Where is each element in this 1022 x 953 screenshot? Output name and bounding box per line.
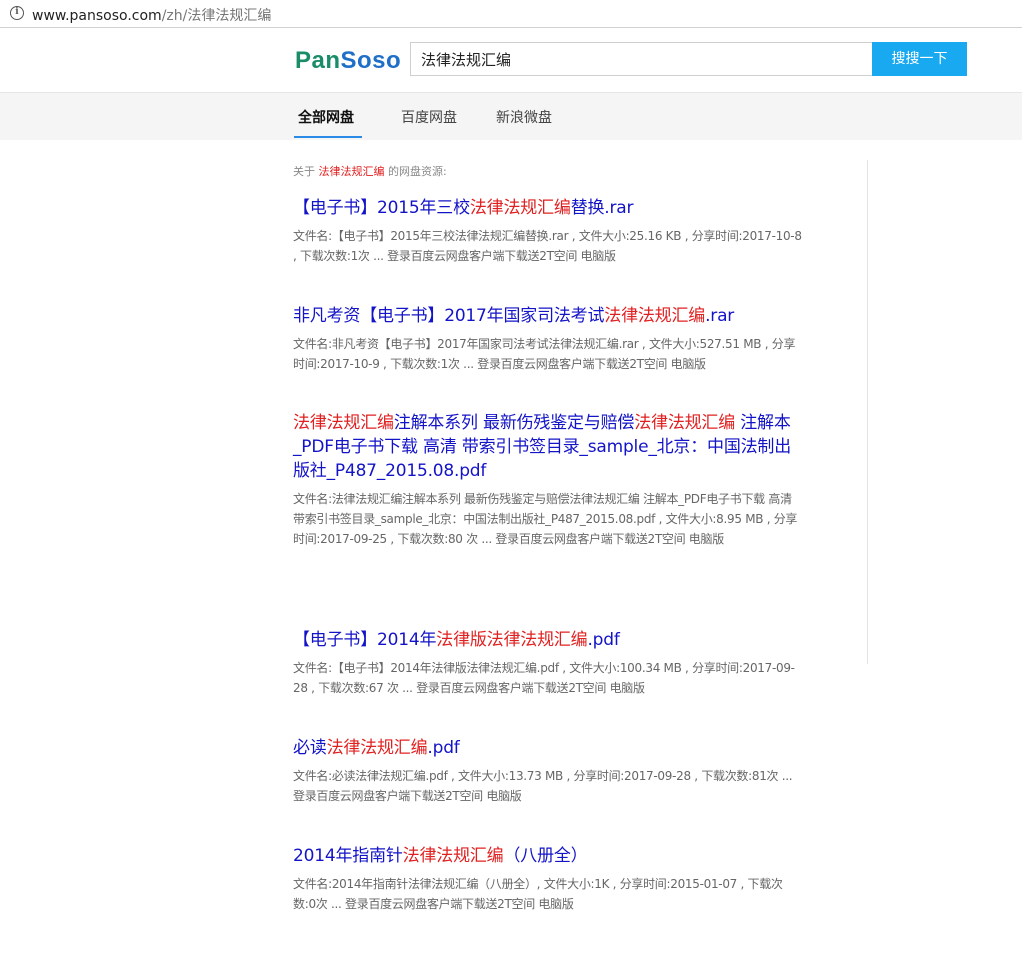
title-keyword: 法律法规汇编 (293, 413, 394, 433)
logo-soso: Soso (340, 47, 402, 74)
result-description: 文件名:非凡考资【电子书】2017年国家司法考试法律法规汇编.rar , 文件大… (293, 337, 796, 371)
result-description: 文件名:必读法律法规汇编.pdf , 文件大小:13.73 MB , 分享时间:… (293, 769, 793, 803)
title-part: .rar (705, 306, 735, 326)
result-item: 法律法规汇编注解本系列 最新伤残鉴定与赔偿法律法规汇编 注解本_PDF电子书下载… (293, 411, 803, 549)
title-keyword: 法律版法律法规汇编 (436, 630, 588, 650)
result-description: 文件名:【电子书】2014年法律版法律法规汇编.pdf , 文件大小:100.3… (293, 661, 795, 695)
result-title-link[interactable]: 【电子书】2015年三校法律法规汇编替换.rar (293, 196, 803, 220)
title-part: 替换.rar (570, 198, 634, 218)
disk-tabs: 全部网盘 百度网盘 新浪微盘 (0, 92, 1022, 140)
result-title-link[interactable]: 【电子书】2014年法律版法律法规汇编.pdf (293, 628, 803, 652)
info-icon[interactable]: i (10, 6, 24, 20)
result-title-link[interactable]: 非凡考资【电子书】2017年国家司法考试法律法规汇编.rar (293, 304, 803, 328)
url-host: www.pansoso.com (32, 8, 162, 24)
url-text[interactable]: www.pansoso.com/zh/法律法规汇编 (32, 5, 271, 25)
result-description: 文件名:【电子书】2015年三校法律法规汇编替换.rar , 文件大小:25.1… (293, 229, 802, 263)
title-keyword: 法律法规汇编 (604, 306, 706, 326)
title-keyword: 法律法规汇编 (326, 738, 428, 758)
title-part: .pdf (427, 738, 460, 758)
result-title-link[interactable]: 2014年指南针法律法规汇编（八册全） (293, 844, 803, 868)
logo-pan: Pan (295, 47, 341, 74)
results-summary: 关于 法律法规汇编 的网盘资源: (293, 163, 447, 179)
title-part: 注解本系列 最新伤残鉴定与赔偿 (393, 413, 635, 433)
url-path: /zh/法律法规汇编 (161, 8, 272, 24)
browser-address-bar[interactable]: i www.pansoso.com/zh/法律法规汇编 (0, 0, 1022, 28)
title-part: 【电子书】2015年三校 (293, 198, 470, 218)
search-button[interactable]: 搜搜一下 (872, 42, 967, 76)
result-description: 文件名:法律法规汇编注解本系列 最新伤残鉴定与赔偿法律法规汇编 注解本_PDF电… (293, 492, 798, 546)
title-keyword: 法律法规汇编 (469, 198, 571, 218)
title-part: （八册全） (503, 846, 588, 866)
result-description: 文件名:2014年指南针法律法规汇编（八册全）, 文件大小:1K , 分享时间:… (293, 877, 783, 911)
result-item: 【电子书】2015年三校法律法规汇编替换.rar 文件名:【电子书】2015年三… (293, 196, 803, 266)
title-keyword: 法律法规汇编 (402, 846, 504, 866)
tab-baidu-disk[interactable]: 百度网盘 (401, 93, 457, 141)
title-part: 必读 (293, 738, 327, 758)
result-item: 2014年指南针法律法规汇编（八册全） 文件名:2014年指南针法律法规汇编（八… (293, 844, 803, 914)
title-part: 2014年指南针 (293, 846, 403, 866)
result-item: 【电子书】2014年法律版法律法规汇编.pdf 文件名:【电子书】2014年法律… (293, 628, 803, 698)
summary-prefix: 关于 (293, 165, 315, 178)
column-divider (867, 160, 868, 664)
summary-keyword: 法律法规汇编 (318, 165, 385, 178)
summary-suffix: 的网盘资源: (388, 165, 447, 178)
site-header: PanSoso 搜搜一下 (0, 29, 1022, 92)
pansoso-logo[interactable]: PanSoso (295, 47, 401, 75)
search-input[interactable] (410, 42, 873, 76)
tab-sina-disk[interactable]: 新浪微盘 (496, 93, 552, 141)
title-part: .pdf (587, 630, 620, 650)
result-item: 非凡考资【电子书】2017年国家司法考试法律法规汇编.rar 文件名:非凡考资【… (293, 304, 803, 374)
result-title-link[interactable]: 法律法规汇编注解本系列 最新伤残鉴定与赔偿法律法规汇编 注解本_PDF电子书下载… (293, 411, 803, 483)
result-item: 必读法律法规汇编.pdf 文件名:必读法律法规汇编.pdf , 文件大小:13.… (293, 736, 803, 806)
title-part: 非凡考资【电子书】2017年国家司法考试 (293, 306, 605, 326)
result-title-link[interactable]: 必读法律法规汇编.pdf (293, 736, 803, 760)
title-keyword: 法律法规汇编 (634, 413, 736, 433)
tab-all-disks[interactable]: 全部网盘 (294, 93, 362, 141)
title-part: 【电子书】2014年 (293, 630, 437, 650)
